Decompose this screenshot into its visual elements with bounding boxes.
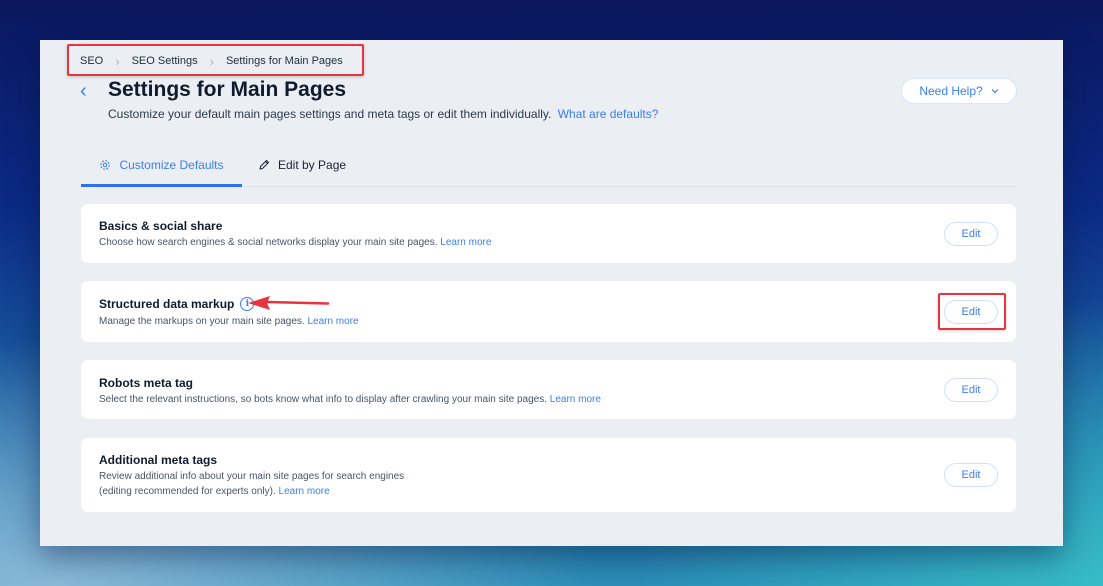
learn-more-link[interactable]: Learn more	[307, 316, 358, 327]
edit-button[interactable]: Edit	[944, 463, 998, 487]
page-subtitle: Customize your default main pages settin…	[108, 107, 658, 121]
tab-bar: Customize Defaults Edit by Page	[81, 144, 1016, 187]
edit-button[interactable]: Edit	[944, 378, 998, 402]
learn-more-link[interactable]: Learn more	[440, 237, 491, 248]
need-help-label: Need Help?	[919, 84, 983, 98]
card-title: Basics & social share	[99, 219, 222, 233]
page-title: Settings for Main Pages	[108, 78, 347, 101]
annotation-highlight-edit-button	[938, 293, 1006, 330]
settings-card-basics: Basics & social share Choose how search …	[81, 204, 1016, 263]
card-description: Choose how search engines & social netwo…	[99, 235, 491, 250]
settings-card-structured-data: Structured data markup i Manage the mark…	[81, 281, 1016, 342]
edit-button[interactable]: Edit	[944, 222, 998, 246]
card-description: Review additional info about your main s…	[99, 469, 404, 499]
card-title: Structured data markup i	[99, 297, 255, 311]
learn-more-link[interactable]: Learn more	[550, 394, 601, 405]
card-title: Additional meta tags	[99, 453, 217, 467]
settings-panel: SEO › SEO Settings › Settings for Main P…	[40, 40, 1063, 546]
pencil-icon	[259, 159, 270, 170]
card-description: Manage the markups on your main site pag…	[99, 314, 359, 329]
card-title-text: Basics & social share	[99, 219, 223, 233]
need-help-button[interactable]: Need Help?	[901, 78, 1017, 104]
settings-card-additional-meta: Additional meta tags Review additional i…	[81, 438, 1016, 512]
annotation-highlight-breadcrumb	[67, 44, 364, 76]
annotation-arrow-icon	[248, 296, 330, 310]
card-description-text-2: (editing recommended for experts only).	[99, 486, 276, 497]
card-title: Robots meta tag	[99, 376, 193, 390]
learn-more-link[interactable]: Learn more	[279, 486, 330, 497]
tab-customize-defaults[interactable]: Customize Defaults	[81, 144, 242, 187]
tab-label: Customize Defaults	[119, 158, 224, 172]
tab-edit-by-page[interactable]: Edit by Page	[258, 144, 346, 186]
card-title-text: Robots meta tag	[99, 376, 194, 390]
card-description: Select the relevant instructions, so bot…	[99, 392, 601, 407]
card-description-text: Select the relevant instructions, so bot…	[99, 394, 548, 405]
gear-icon	[100, 160, 111, 170]
card-description-text: Choose how search engines & social netwo…	[99, 237, 438, 248]
card-description-text: Review additional info about your main s…	[99, 471, 405, 482]
subtitle-text: Customize your default main pages settin…	[108, 107, 552, 121]
settings-card-robots: Robots meta tag Select the relevant inst…	[81, 360, 1016, 419]
what-are-defaults-link[interactable]: What are defaults?	[558, 107, 659, 121]
card-title-text: Additional meta tags	[99, 453, 218, 467]
chevron-down-icon	[991, 89, 999, 94]
card-title-text: Structured data markup	[99, 297, 235, 311]
card-description-text: Manage the markups on your main site pag…	[99, 316, 305, 327]
back-chevron-icon[interactable]: ‹	[80, 80, 87, 102]
tab-label: Edit by Page	[278, 158, 347, 172]
